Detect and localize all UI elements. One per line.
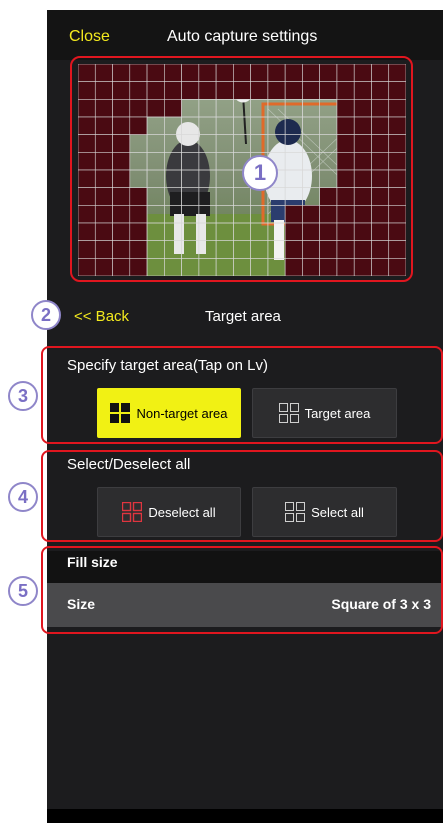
callout-frame-select-all	[41, 450, 443, 542]
callout-badge-4: 4	[8, 482, 38, 512]
screen-title: Auto capture settings	[167, 28, 318, 45]
callout-badge-3: 3	[8, 381, 38, 411]
callout-frame-fill-size	[41, 546, 443, 634]
bottom-strip	[47, 809, 443, 823]
close-button[interactable]: Close	[69, 28, 110, 46]
back-link[interactable]: << Back	[74, 308, 129, 325]
callout-badge-5: 5	[8, 576, 38, 606]
callout-badge-1: 1	[242, 155, 278, 191]
callout-badge-2: 2	[31, 300, 61, 330]
callout-frame-specify	[41, 346, 443, 444]
sub-header-title: Target area	[205, 308, 281, 325]
